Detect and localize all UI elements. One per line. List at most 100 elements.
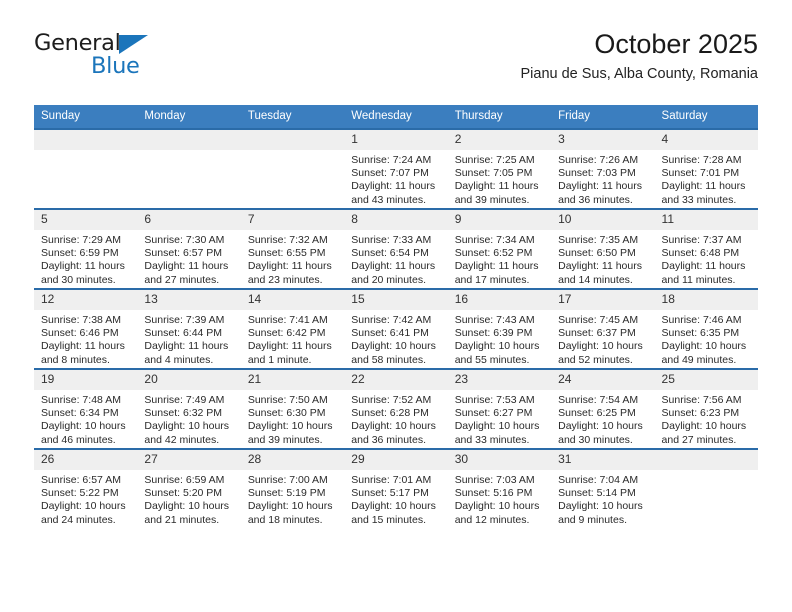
day-number: 5 <box>34 210 138 230</box>
day-sun-info: Sunrise: 7:00 AM Sunset: 5:19 PM Daylight:… <box>241 470 344 527</box>
daylight-text-line1: Daylight: 11 hours <box>558 180 642 193</box>
daylight-text-line1: Daylight: 10 hours <box>144 500 230 513</box>
daylight-text-line1: Daylight: 10 hours <box>558 500 643 513</box>
sunrise-text: Sunrise: 7:46 AM <box>661 314 742 326</box>
day-number <box>137 130 241 150</box>
general-blue-logo[interactable]: General Blue <box>34 30 224 86</box>
calendar-day-cell[interactable]: 26 Sunrise: 6:57 AM Sunset: 5:22 PM Dayligh… <box>34 448 138 528</box>
logo-text-blue: Blue <box>91 53 140 79</box>
calendar-day-cell[interactable]: 23 Sunrise: 7:53 AM Sunset: 6:27 PM Dayligh… <box>447 368 552 449</box>
calendar-day-cell[interactable]: 10 Sunrise: 7:35 AM Sunset: 6:50 PM Dayligh… <box>551 208 655 289</box>
calendar-day-cell[interactable]: 7 Sunrise: 7:32 AM Sunset: 6:55 PM Daylight… <box>240 208 345 289</box>
sunrise-text: Sunrise: 6:57 AM <box>41 474 121 486</box>
calendar-day-cell[interactable]: 24 Sunrise: 7:54 AM Sunset: 6:25 PM Dayligh… <box>551 368 655 449</box>
calendar-day-cell[interactable]: 21 Sunrise: 7:50 AM Sunset: 6:30 PM Dayligh… <box>240 368 345 449</box>
calendar-day-cell[interactable]: 16 Sunrise: 7:43 AM Sunset: 6:39 PM Dayligh… <box>447 288 552 369</box>
daylight-text-line2: and 33 minutes. <box>661 193 737 206</box>
sunrise-text: Sunrise: 7:34 AM <box>454 234 535 246</box>
calendar-day-cell[interactable]: 28 Sunrise: 7:00 AM Sunset: 5:19 PM Dayligh… <box>240 448 345 528</box>
daylight-text-line1: Daylight: 11 hours <box>454 180 539 193</box>
sunset-text: Sunset: 6:39 PM <box>454 327 533 340</box>
daylight-text-line2: and 8 minutes. <box>41 353 110 366</box>
weekday-header-row: Sunday Monday Tuesday Wednesday Thursday… <box>34 105 758 129</box>
daylight-text-line1: Daylight: 11 hours <box>351 180 436 193</box>
weekday-header-thursday: Thursday <box>447 105 552 129</box>
daylight-text-line2: and 55 minutes. <box>454 353 530 366</box>
calendar-day-cell[interactable]: 3 Sunrise: 7:26 AM Sunset: 7:03 PM Daylight… <box>551 128 655 209</box>
sunrise-text: Sunrise: 7:25 AM <box>454 154 535 166</box>
daylight-text-line1: Daylight: 11 hours <box>661 180 746 193</box>
day-number: 22 <box>344 370 448 390</box>
calendar-day-cell[interactable]: 6 Sunrise: 7:30 AM Sunset: 6:57 PM Daylight… <box>137 208 241 289</box>
calendar-day-cell[interactable]: 1 Sunrise: 7:24 AM Sunset: 7:07 PM Daylight… <box>344 128 448 209</box>
day-number: 24 <box>551 370 655 390</box>
daylight-text-line1: Daylight: 11 hours <box>454 260 539 273</box>
page-subtitle: Pianu de Sus, Alba County, Romania <box>520 66 758 82</box>
sunrise-text: Sunrise: 7:56 AM <box>661 394 742 406</box>
calendar-day-cell[interactable]: 18 Sunrise: 7:46 AM Sunset: 6:35 PM Dayligh… <box>654 288 758 369</box>
day-number: 19 <box>34 370 138 390</box>
daylight-text-line2: and 39 minutes. <box>247 433 323 446</box>
sunset-text: Sunset: 6:34 PM <box>41 407 119 420</box>
day-number: 17 <box>551 290 655 310</box>
title-block: October 2025 Pianu de Sus, Alba County, … <box>520 28 758 83</box>
calendar-day-cell[interactable]: 12 Sunrise: 7:38 AM Sunset: 6:46 PM Dayligh… <box>34 288 138 369</box>
calendar-day-cell[interactable]: 15 Sunrise: 7:42 AM Sunset: 6:41 PM Dayligh… <box>344 288 448 369</box>
sunset-text: Sunset: 5:16 PM <box>454 487 533 500</box>
sunset-text: Sunset: 7:05 PM <box>454 167 533 180</box>
calendar-day-cell[interactable]: 4 Sunrise: 7:28 AM Sunset: 7:01 PM Daylight… <box>654 128 758 209</box>
day-sun-info: Sunrise: 7:42 AM Sunset: 6:41 PM Daylight:… <box>344 310 447 367</box>
calendar-day-cell[interactable]: 17 Sunrise: 7:45 AM Sunset: 6:37 PM Dayligh… <box>551 288 655 369</box>
calendar-page: General Blue October 2025 Pianu de Sus, … <box>0 0 792 612</box>
calendar-day-cell[interactable]: 13 Sunrise: 7:39 AM Sunset: 6:44 PM Dayligh… <box>137 288 241 369</box>
calendar-day-cell[interactable]: 5 Sunrise: 7:29 AM Sunset: 6:59 PM Daylight… <box>34 208 138 289</box>
calendar-day-cell[interactable]: 22 Sunrise: 7:52 AM Sunset: 6:28 PM Dayligh… <box>344 368 448 449</box>
weekday-header-monday: Monday <box>137 105 241 129</box>
calendar-day-cell[interactable]: 2 Sunrise: 7:25 AM Sunset: 7:05 PM Daylight… <box>447 128 552 209</box>
sunrise-text: Sunrise: 7:50 AM <box>247 394 328 406</box>
daylight-text-line2: and 15 minutes. <box>351 513 426 526</box>
calendar-day-cell[interactable]: 31 Sunrise: 7:04 AM Sunset: 5:14 PM Dayligh… <box>551 448 655 528</box>
day-sun-info: Sunrise: 6:57 AM Sunset: 5:22 PM Daylight:… <box>34 470 137 527</box>
daylight-text-line1: Daylight: 11 hours <box>144 340 229 353</box>
day-sun-info: Sunrise: 7:25 AM Sunset: 7:05 PM Daylight:… <box>448 150 551 207</box>
sunrise-text: Sunrise: 7:53 AM <box>454 394 535 406</box>
daylight-text-line1: Daylight: 11 hours <box>41 260 125 273</box>
day-number: 13 <box>137 290 241 310</box>
calendar-day-cell[interactable]: 14 Sunrise: 7:41 AM Sunset: 6:42 PM Dayligh… <box>240 288 345 369</box>
sunrise-text: Sunrise: 7:04 AM <box>558 474 639 486</box>
sunset-text: Sunset: 6:28 PM <box>351 407 429 420</box>
day-sun-info: Sunrise: 7:56 AM Sunset: 6:23 PM Daylight:… <box>655 390 758 447</box>
daylight-text-line2: and 33 minutes. <box>454 433 530 446</box>
calendar-day-cell[interactable]: 25 Sunrise: 7:56 AM Sunset: 6:23 PM Dayligh… <box>654 368 758 449</box>
day-number: 26 <box>34 450 138 470</box>
calendar-day-cell[interactable]: 27 Sunrise: 6:59 AM Sunset: 5:20 PM Dayligh… <box>137 448 241 528</box>
calendar-day-cell[interactable]: 8 Sunrise: 7:33 AM Sunset: 6:54 PM Daylight… <box>344 208 448 289</box>
daylight-text-line2: and 46 minutes. <box>41 433 116 446</box>
calendar-week-row: 19 Sunrise: 7:48 AM Sunset: 6:34 PM Dayligh… <box>34 368 758 449</box>
calendar-week-row: 1 Sunrise: 7:24 AM Sunset: 7:07 PM Daylight… <box>34 128 758 209</box>
day-sun-info: Sunrise: 7:41 AM Sunset: 6:42 PM Daylight:… <box>241 310 344 367</box>
sunset-text: Sunset: 6:41 PM <box>351 327 429 340</box>
sunrise-text: Sunrise: 7:49 AM <box>144 394 225 406</box>
day-number: 16 <box>447 290 552 310</box>
calendar-day-cell[interactable]: 29 Sunrise: 7:01 AM Sunset: 5:17 PM Dayligh… <box>344 448 448 528</box>
day-sun-info: Sunrise: 7:24 AM Sunset: 7:07 PM Daylight:… <box>344 150 447 207</box>
daylight-text-line2: and 30 minutes. <box>41 273 116 286</box>
day-number: 30 <box>447 450 552 470</box>
calendar-day-cell[interactable]: 20 Sunrise: 7:49 AM Sunset: 6:32 PM Dayligh… <box>137 368 241 449</box>
day-number: 7 <box>240 210 345 230</box>
daylight-text-line2: and 36 minutes. <box>351 433 426 446</box>
sunrise-text: Sunrise: 7:42 AM <box>351 314 432 326</box>
calendar-day-cell[interactable]: 11 Sunrise: 7:37 AM Sunset: 6:48 PM Dayligh… <box>654 208 758 289</box>
sunrise-text: Sunrise: 7:29 AM <box>41 234 121 246</box>
calendar-day-cell[interactable]: 19 Sunrise: 7:48 AM Sunset: 6:34 PM Dayligh… <box>34 368 138 449</box>
sunrise-text: Sunrise: 7:52 AM <box>351 394 432 406</box>
calendar-day-cell[interactable]: 9 Sunrise: 7:34 AM Sunset: 6:52 PM Daylight… <box>447 208 552 289</box>
day-number: 6 <box>137 210 241 230</box>
daylight-text-line1: Daylight: 10 hours <box>454 500 540 513</box>
calendar-day-cell[interactable]: 30 Sunrise: 7:03 AM Sunset: 5:16 PM Dayligh… <box>447 448 552 528</box>
day-sun-info: Sunrise: 7:53 AM Sunset: 6:27 PM Daylight:… <box>448 390 551 447</box>
page-header: General Blue October 2025 Pianu de Sus, … <box>34 28 758 94</box>
sunrise-text: Sunrise: 7:48 AM <box>41 394 121 406</box>
